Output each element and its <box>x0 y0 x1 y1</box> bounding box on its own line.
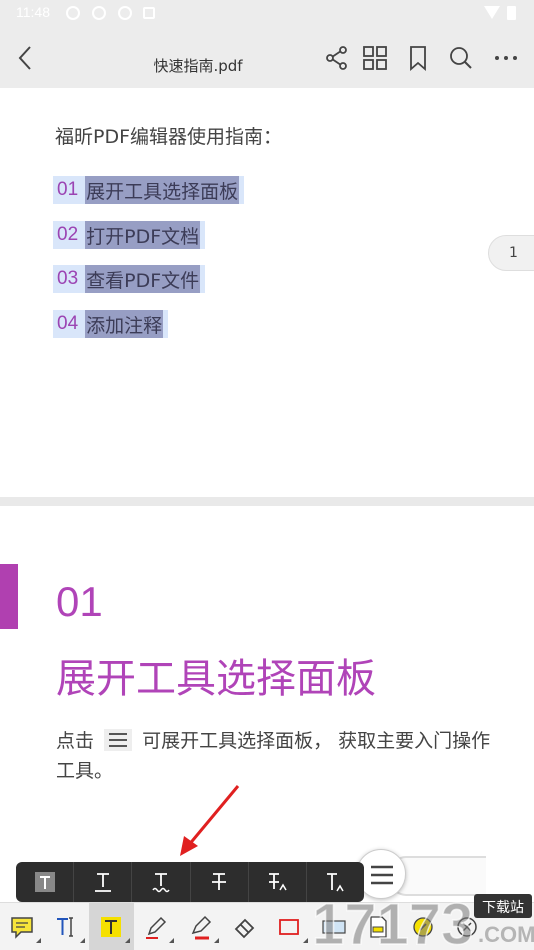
text-box-icon <box>34 872 55 892</box>
thumbnail-button[interactable] <box>359 42 391 74</box>
underline-tool[interactable] <box>73 862 131 902</box>
search-button[interactable] <box>445 42 477 74</box>
thumbnail-grid-icon <box>363 46 387 70</box>
squiggly-underline-icon <box>152 873 170 893</box>
sticky-note-icon <box>11 917 33 939</box>
search-icon <box>450 47 472 69</box>
toc-item[interactable]: 03 查看PDF文件 <box>53 265 206 293</box>
bookmark-button[interactable] <box>402 42 434 74</box>
body-text: 点击 <box>56 730 95 752</box>
replace-tool[interactable] <box>247 862 306 902</box>
text-selection-overlay <box>85 221 200 249</box>
watermark-label: 下载站 <box>482 900 524 916</box>
toc-heading: 福昕PDF编辑器使用指南： <box>55 126 283 148</box>
watermark-number: 17173 <box>312 892 473 950</box>
text-markup-tool[interactable] <box>89 903 134 950</box>
toc-item[interactable]: 01 展开工具选择面板 <box>53 176 245 204</box>
menu-icon <box>104 729 133 751</box>
typewriter-tool[interactable] <box>45 903 90 950</box>
underline-icon <box>94 873 111 892</box>
highlight-text-icon <box>101 917 122 937</box>
highlighter-tool[interactable] <box>178 903 223 950</box>
toc-number: 04 <box>57 313 79 334</box>
battery-icon <box>507 6 516 20</box>
status-bar: 11:48 <box>0 0 534 28</box>
squiggly-tool[interactable] <box>131 862 189 902</box>
note-tool[interactable] <box>0 903 45 950</box>
top-toolbar: 快速指南.pdf <box>0 28 534 88</box>
more-icon <box>495 56 517 60</box>
arrow-annotation <box>180 785 240 856</box>
status-time: 11:48 <box>16 4 50 20</box>
typewriter-icon <box>56 917 73 937</box>
shape-tool[interactable] <box>267 903 312 950</box>
bookmark-icon <box>410 46 426 71</box>
eraser-tool[interactable] <box>223 903 268 950</box>
notification-icon <box>118 6 132 20</box>
more-button[interactable] <box>490 42 522 74</box>
pencil-tool[interactable] <box>134 903 179 950</box>
highlighter-icon <box>191 915 212 940</box>
text-selection-overlay <box>85 310 163 338</box>
rectangle-icon <box>279 919 300 935</box>
replace-text-icon <box>269 873 287 891</box>
toc-number: 03 <box>57 268 79 289</box>
text-selection-overlay <box>85 176 239 204</box>
eraser-icon <box>234 918 255 939</box>
section-number: 01 <box>56 578 103 625</box>
page-number-indicator[interactable]: 1 <box>488 235 534 271</box>
section-body: 点击 可展开工具选择面板， 获取主要入门操作工具。 <box>56 726 496 786</box>
text-selection-overlay <box>85 265 200 293</box>
strikeout-icon <box>212 873 227 890</box>
toc-item[interactable]: 04 添加注释 <box>53 310 169 338</box>
strikeout-tool[interactable] <box>189 862 248 902</box>
notification-icon <box>92 6 106 20</box>
accent-bar <box>0 564 18 629</box>
wifi-icon <box>484 6 500 19</box>
pencil-icon <box>145 916 166 939</box>
watermark: 17173 下载站 .COM <box>310 880 534 950</box>
watermark-com: .COM <box>478 922 534 947</box>
notification-icon <box>143 7 155 19</box>
toc-number: 02 <box>57 224 79 245</box>
toc-number: 01 <box>57 179 79 200</box>
share-icon <box>326 46 347 70</box>
section-title: 展开工具选择面板 <box>56 656 376 702</box>
pdf-page-1[interactable]: 福昕PDF编辑器使用指南： 01 展开工具选择面板 02 打开PDF文档 03 … <box>0 88 534 497</box>
notification-icon <box>66 6 80 20</box>
share-button[interactable] <box>320 42 352 74</box>
toc-item[interactable]: 02 打开PDF文档 <box>53 221 206 249</box>
text-select-tool[interactable] <box>16 862 73 902</box>
